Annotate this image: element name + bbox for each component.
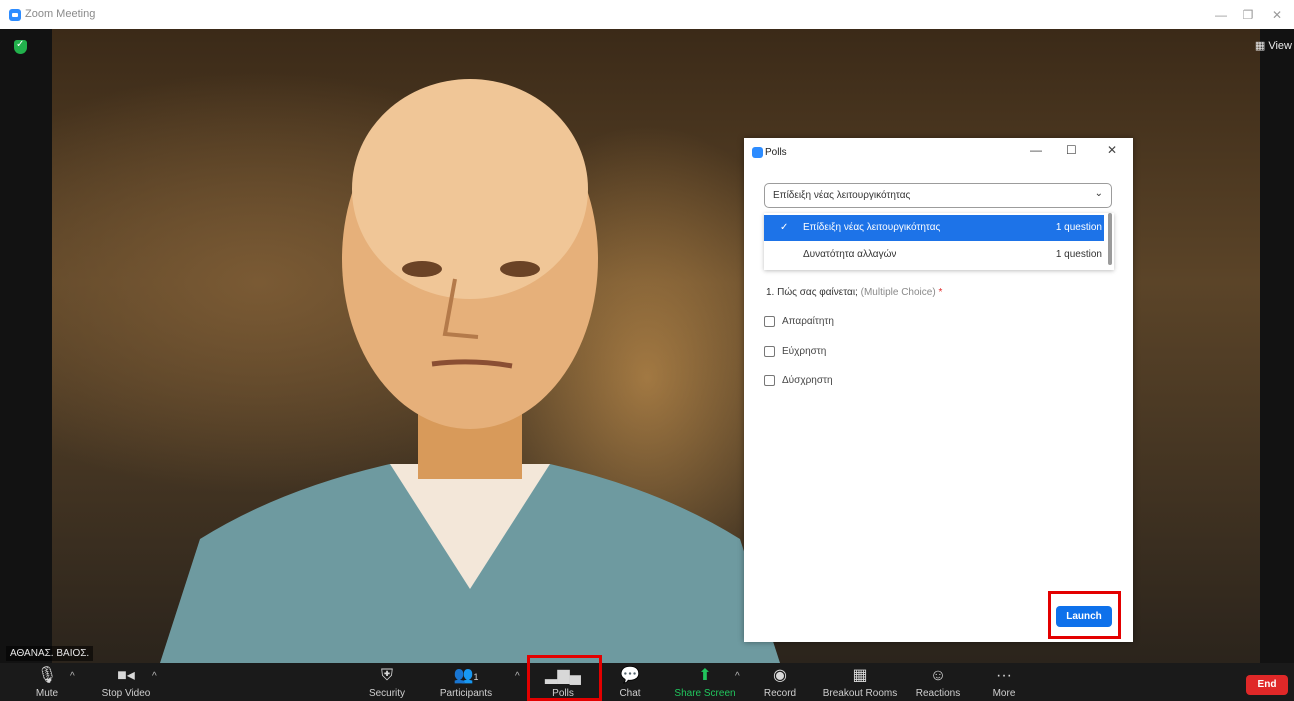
video-left-bar [0, 29, 52, 663]
audio-options-caret-icon[interactable]: ^ [70, 671, 75, 682]
participants-count: 1 [473, 672, 479, 682]
choice-label: Δύσχρηστη [782, 375, 833, 386]
record-icon: ◉ [773, 667, 787, 684]
more-dots-icon: ··· [996, 667, 1012, 684]
reactions-button[interactable]: ☺ Reactions [910, 665, 966, 699]
poll-option[interactable]: ✓ Επίδειξη νέας λειτουργικότητας 1 quest… [764, 215, 1104, 241]
minimize-button[interactable]: — [1209, 6, 1233, 24]
end-meeting-button[interactable]: End [1246, 675, 1288, 695]
participants-icon: 👥1 [453, 667, 479, 684]
polls-title: Polls [765, 147, 787, 158]
stop-video-button[interactable]: ■◂ Stop Video [96, 665, 156, 699]
poll-select[interactable]: Επίδειξη νέας λειτουργικότητας ⌄ [764, 183, 1112, 208]
window-titlebar: Zoom Meeting — ❐ ✕ [0, 0, 1294, 29]
launch-highlight-box [1048, 591, 1121, 639]
video-right-bar [1260, 29, 1294, 663]
microphone-icon: 🎙 [36, 667, 58, 684]
video-camera-icon: ■◂ [117, 667, 135, 684]
checkbox[interactable] [764, 346, 775, 357]
breakout-rooms-icon: ▦ [852, 667, 868, 684]
poll-options-list: ✓ Επίδειξη νέας λειτουργικότητας 1 quest… [764, 213, 1114, 270]
check-icon: ✓ [780, 222, 789, 233]
polls-window: Polls — ☐ ✕ Επίδειξη νέας λειτουργικότητ… [744, 138, 1133, 642]
choice-label: Απαραίτητη [782, 316, 834, 327]
chevron-down-icon: ⌄ [1094, 188, 1103, 199]
poll-option-name: Δυνατότητα αλλαγών [803, 249, 897, 260]
window-title: Zoom Meeting [25, 8, 96, 20]
participants-label: Participants [439, 688, 493, 699]
question-text: 1. Πώς σας φαίνεται; [766, 287, 858, 298]
stop-video-label: Stop Video [101, 688, 151, 699]
polls-restore-button[interactable]: ☐ [1066, 143, 1077, 157]
meeting-toolbar: 🎙 Mute ^ ■◂ Stop Video ^ ⛨ Security 👥1 P… [0, 663, 1294, 701]
checkbox[interactable] [764, 316, 775, 327]
chat-bubble-icon: 💬 [620, 667, 640, 684]
mute-label: Mute [35, 688, 59, 699]
poll-option-count: 1 question [1055, 249, 1102, 260]
view-label: View [1268, 40, 1292, 52]
record-label: Record [763, 688, 797, 699]
more-button[interactable]: ··· More [984, 665, 1024, 699]
share-screen-label: Share Screen [674, 688, 736, 699]
view-button[interactable]: ▦ View [1255, 39, 1292, 52]
polls-close-button[interactable]: ✕ [1107, 143, 1117, 157]
choice-label: Εύχρηστη [782, 346, 827, 357]
breakout-rooms-button[interactable]: ▦ Breakout Rooms [818, 665, 902, 699]
participants-caret-icon[interactable]: ^ [515, 671, 520, 682]
share-screen-button[interactable]: ⬆ Share Screen [668, 665, 742, 699]
participant-video [160, 79, 780, 663]
poll-select-value: Επίδειξη νέας λειτουργικότητας [773, 190, 911, 201]
poll-option-count: 1 question [1055, 222, 1102, 233]
chat-label: Chat [619, 688, 641, 699]
chat-button[interactable]: 💬 Chat [612, 665, 648, 699]
reactions-label: Reactions [915, 688, 961, 699]
security-button[interactable]: ⛨ Security [362, 665, 412, 699]
restore-button[interactable]: ❐ [1236, 6, 1260, 24]
required-mark: * [938, 287, 943, 298]
polls-highlight-box [527, 655, 602, 701]
zoom-logo-icon [752, 147, 763, 158]
checkbox[interactable] [764, 375, 775, 386]
video-options-caret-icon[interactable]: ^ [152, 671, 157, 682]
smiley-icon: ☺ [929, 667, 947, 684]
poll-option[interactable]: Δυνατότητα αλλαγών 1 question [764, 242, 1104, 268]
shield-icon: ⛨ [380, 667, 393, 684]
poll-option-name: Επίδειξη νέας λειτουργικότητας [803, 222, 941, 233]
breakout-rooms-label: Breakout Rooms [822, 688, 898, 699]
options-scrollbar[interactable] [1108, 213, 1112, 265]
record-button[interactable]: ◉ Record [758, 665, 802, 699]
close-button[interactable]: ✕ [1265, 6, 1289, 24]
poll-question: 1. Πώς σας φαίνεται; (Multiple Choice) * [766, 287, 942, 298]
share-options-caret-icon[interactable]: ^ [735, 671, 740, 682]
encryption-shield-icon[interactable] [14, 39, 27, 54]
polls-minimize-button[interactable]: — [1030, 143, 1042, 157]
security-label: Security [368, 688, 406, 699]
participants-button[interactable]: 👥1 Participants [432, 665, 500, 699]
share-screen-icon: ⬆ [698, 667, 712, 684]
question-type: (Multiple Choice) [860, 287, 936, 298]
zoom-logo-icon [9, 9, 21, 21]
participant-name: ΑΘΑΝΑΣ. ΒΑΙΟΣ. [6, 646, 94, 661]
more-label: More [992, 688, 1016, 699]
mute-button[interactable]: 🎙 Mute [26, 665, 68, 699]
